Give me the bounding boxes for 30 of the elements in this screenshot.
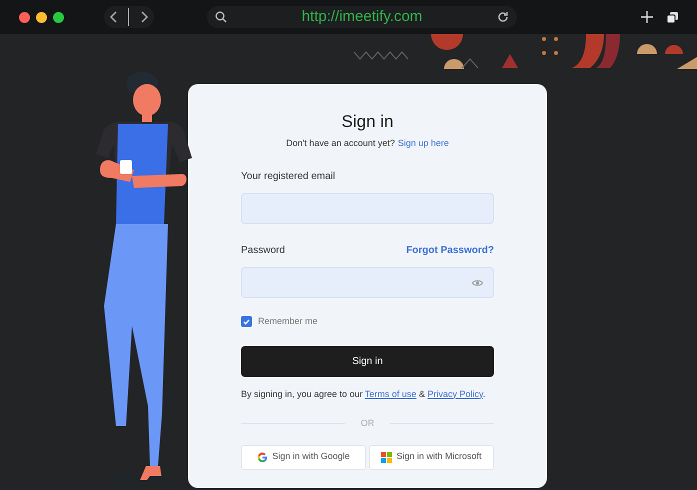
privacy-link[interactable]: Privacy Policy [428, 388, 483, 398]
password-field[interactable] [241, 267, 494, 298]
signup-prompt: Don't have an account yet? [286, 137, 395, 150]
close-window-icon[interactable] [19, 12, 30, 22]
signup-link[interactable]: Sign up here [398, 136, 449, 150]
forgot-password-link[interactable]: Forgot Password? [406, 243, 494, 258]
forward-icon[interactable] [139, 11, 150, 23]
address-bar[interactable]: http://imeetify.com [207, 6, 517, 28]
remember-label: Remember me [258, 315, 318, 328]
google-sign-in-button[interactable]: Sign in with Google [241, 444, 366, 470]
new-tab-icon[interactable] [641, 11, 653, 23]
or-divider-text: OR [360, 417, 374, 430]
tabs-overview-icon[interactable] [667, 12, 678, 22]
windows-logo-icon [381, 452, 392, 462]
sign-in-button[interactable]: Sign in [241, 346, 494, 376]
card-title: Sign in [340, 111, 394, 133]
minimize-window-icon[interactable] [36, 12, 47, 22]
remember-checkbox[interactable] [241, 316, 252, 328]
google-icon [257, 452, 268, 462]
terms-link[interactable]: Terms of use [364, 388, 416, 398]
terms-text: By signing in, you agree to our Terms of use & Privacy Policy. [241, 388, 486, 401]
url-text: http://imeetify.com [300, 6, 424, 27]
microsoft-sign-in-button[interactable]: Sign in with Microsoft [369, 444, 494, 470]
field-label: Password [241, 244, 285, 258]
maximize-window-icon[interactable] [53, 12, 64, 22]
field-label: Your registered email [241, 170, 336, 184]
search-icon [215, 11, 227, 23]
email-field[interactable] [241, 193, 494, 224]
back-icon[interactable] [108, 11, 119, 23]
reload-icon[interactable] [497, 11, 509, 23]
